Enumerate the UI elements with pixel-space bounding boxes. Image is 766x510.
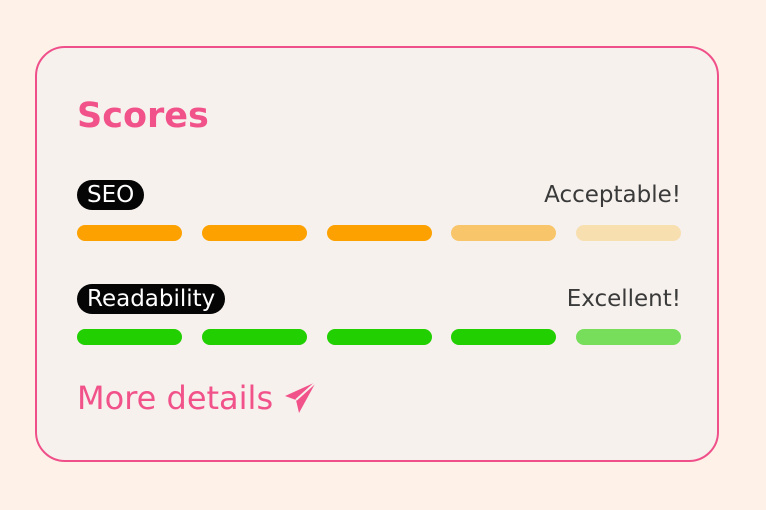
- metric-header: Readability Excellent!: [77, 284, 681, 316]
- scores-card: Scores SEO Acceptable! Readability Excel…: [35, 46, 719, 462]
- score-bar-group: [77, 329, 681, 345]
- metric-readability: Readability Excellent!: [77, 284, 681, 345]
- score-segment: [77, 225, 182, 241]
- score-bar-group: [77, 225, 681, 241]
- more-details-link[interactable]: More details: [77, 378, 319, 418]
- score-segment: [326, 225, 432, 241]
- paper-plane-icon: [283, 380, 319, 416]
- metric-label-badge: SEO: [77, 180, 145, 210]
- metric-status: Excellent!: [566, 286, 681, 312]
- score-segment: [77, 329, 182, 345]
- score-segment: [201, 225, 307, 241]
- score-segment: [576, 329, 681, 345]
- score-segment: [576, 225, 681, 241]
- metric-header: SEO Acceptable!: [77, 180, 681, 212]
- metric-seo: SEO Acceptable!: [77, 180, 681, 241]
- metric-status: Acceptable!: [544, 182, 681, 208]
- score-segment: [451, 225, 557, 241]
- score-segment: [451, 329, 557, 345]
- more-details-label: More details: [77, 379, 274, 417]
- metric-label-badge: Readability: [77, 284, 226, 314]
- score-segment: [201, 329, 307, 345]
- card-title: Scores: [77, 96, 209, 136]
- score-segment: [326, 329, 432, 345]
